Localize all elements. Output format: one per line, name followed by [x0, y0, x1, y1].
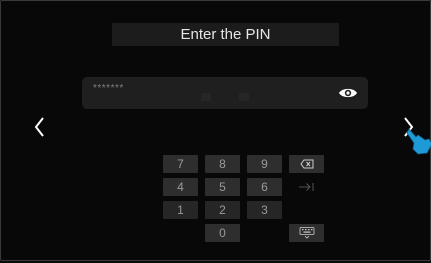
key-4[interactable]: 4	[163, 178, 198, 196]
tab-icon	[298, 183, 313, 191]
key-3[interactable]: 3	[247, 201, 282, 219]
eye-icon	[339, 88, 357, 98]
backspace-button[interactable]	[289, 155, 324, 173]
backspace-icon	[299, 159, 313, 169]
key-1[interactable]: 1	[163, 201, 198, 219]
pin-input[interactable]: *******	[82, 77, 368, 109]
key-9[interactable]: 9	[247, 155, 282, 173]
hide-keyboard-button[interactable]	[289, 224, 324, 242]
previous-button[interactable]	[32, 115, 48, 139]
key-6[interactable]: 6	[247, 178, 282, 196]
keyboard-hide-icon	[299, 227, 314, 239]
key-7[interactable]: 7	[163, 155, 198, 173]
pin-masked-value: *******	[93, 83, 124, 94]
key-2[interactable]: 2	[205, 201, 240, 219]
pin-field-decoration	[239, 93, 249, 101]
keypad: 7 8 9 4 5 6 1 2 3 0	[163, 155, 325, 263]
hand-pointer-icon	[405, 127, 431, 157]
pin-screen: Enter the PIN ******* 7 8 9 4 5 6 1 2 3 …	[0, 0, 431, 261]
tab-button[interactable]	[289, 178, 324, 196]
key-8[interactable]: 8	[205, 155, 240, 173]
show-pin-button[interactable]	[337, 83, 359, 103]
key-5[interactable]: 5	[205, 178, 240, 196]
key-0[interactable]: 0	[205, 224, 240, 242]
pin-field-decoration	[201, 93, 211, 101]
page-title: Enter the PIN	[112, 23, 339, 46]
chevron-left-icon	[34, 117, 44, 137]
